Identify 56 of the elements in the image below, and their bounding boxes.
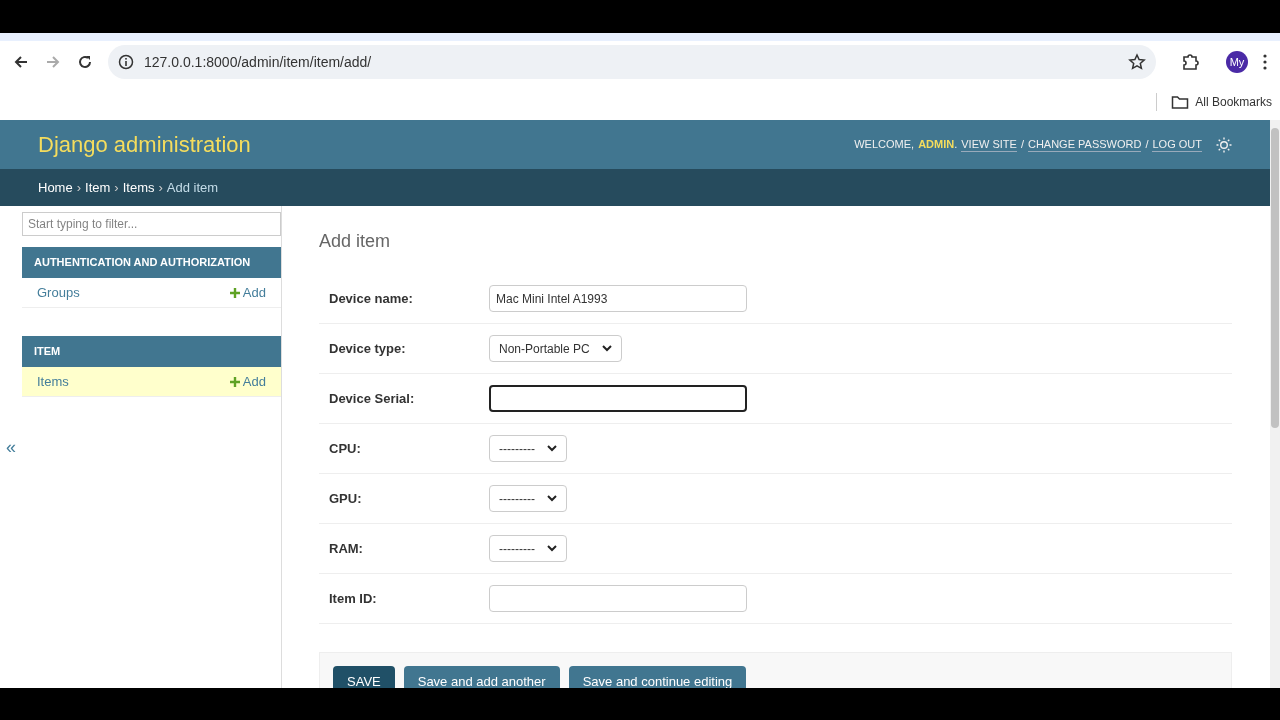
field-label: Device name: <box>329 289 414 308</box>
address-bar[interactable]: 127.0.0.1:8000/admin/item/item/add/ <box>108 45 1156 79</box>
separator-text: / <box>1145 137 1149 153</box>
chevron-down-icon <box>546 545 557 552</box>
reload-icon[interactable] <box>76 53 94 71</box>
site-title[interactable]: Django administration <box>38 128 251 161</box>
theme-toggle-icon[interactable] <box>1216 136 1232 153</box>
breadcrumb-separator: › <box>158 178 163 197</box>
filter-field[interactable]: Start typing to filter... <box>22 212 281 236</box>
puzzle-icon[interactable] <box>1180 52 1200 72</box>
dropdown[interactable]: Non-Portable PC <box>489 335 622 362</box>
model-row[interactable]: Items Add <box>22 367 281 397</box>
dropdown[interactable]: --------- <box>489 435 567 462</box>
plus-icon <box>229 287 240 298</box>
submit-button[interactable]: Save and add another <box>403 665 560 688</box>
profile-avatar[interactable]: My <box>1226 51 1248 73</box>
field-label: Device type: <box>329 339 407 358</box>
star-icon[interactable] <box>1128 53 1146 71</box>
breadcrumb-separator: › <box>114 178 119 197</box>
chevron-down-icon <box>546 445 557 452</box>
header-link[interactable]: LOG OUT <box>1152 137 1202 152</box>
field-label: Item ID: <box>329 589 378 608</box>
breadcrumb-link[interactable]: Items <box>122 177 155 198</box>
field-label: GPU: <box>329 489 363 508</box>
field-label: RAM: <box>329 539 364 558</box>
text-field[interactable] <box>489 385 747 412</box>
separator-text: / <box>1020 137 1024 153</box>
info-icon <box>118 54 134 70</box>
page-title: Add item <box>319 230 392 253</box>
field-label: Device Serial: <box>329 389 416 408</box>
plus-icon <box>229 376 240 387</box>
add-link[interactable]: Add <box>229 282 266 303</box>
menu-icon[interactable] <box>1262 53 1268 71</box>
collapse-button[interactable]: « <box>6 433 16 461</box>
add-link[interactable]: Add <box>229 371 266 392</box>
welcome-text: WELCOME, <box>854 137 915 153</box>
breadcrumb-current: Add item <box>166 178 219 197</box>
punctuation-text: . <box>954 137 958 153</box>
chevron-down-icon <box>601 345 612 352</box>
bookmarks-button[interactable]: All Bookmarks <box>1195 92 1272 111</box>
breadcrumb-link[interactable]: Home <box>38 177 73 198</box>
submit-button[interactable]: SAVE <box>333 665 395 688</box>
header-link[interactable]: CHANGE PASSWORD <box>1027 137 1142 152</box>
app-header[interactable]: AUTHENTICATION AND AUTHORIZATION <box>22 247 281 278</box>
dropdown[interactable]: --------- <box>489 535 567 562</box>
chevron-down-icon <box>546 495 557 502</box>
breadcrumb-link[interactable]: Item <box>85 177 111 198</box>
text-field[interactable]: Mac Mini Intel A1993 <box>489 285 747 312</box>
folder-icon <box>1171 93 1190 110</box>
url-text: 127.0.0.1:8000/admin/item/item/add/ <box>144 52 373 72</box>
breadcrumb-separator: › <box>76 178 82 197</box>
dropdown[interactable]: --------- <box>489 485 567 512</box>
field-label: CPU: <box>329 439 362 458</box>
header-link[interactable]: VIEW SITE <box>961 137 1017 152</box>
scrollbar[interactable] <box>1270 120 1280 688</box>
app-header[interactable]: ITEM <box>22 336 281 367</box>
